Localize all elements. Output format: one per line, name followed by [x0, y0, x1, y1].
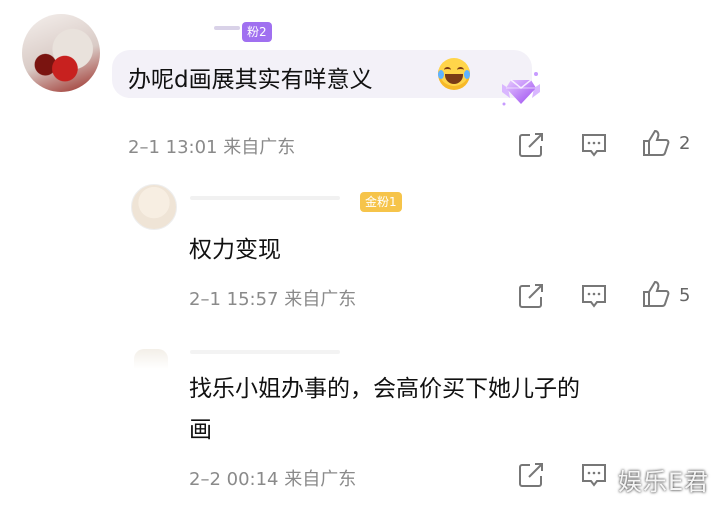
comment-text-continued: 画	[189, 417, 212, 443]
comment-icon[interactable]	[579, 130, 609, 160]
comment-text: 找乐小姐办事的，会高价买下她儿子的	[189, 376, 580, 402]
like-count: 2	[679, 133, 691, 154]
like-count: 5	[679, 285, 691, 306]
share-icon[interactable]	[516, 281, 546, 311]
fan-badge: 粉2	[242, 22, 272, 42]
avatar[interactable]	[22, 14, 100, 92]
fan-badge: 金粉1	[360, 192, 402, 212]
comment-icon[interactable]	[579, 460, 609, 490]
share-icon[interactable]	[516, 460, 546, 490]
comment-meta: 2–2 00:14 来自广东	[189, 469, 357, 490]
avatar[interactable]	[131, 184, 177, 230]
share-icon[interactable]	[516, 130, 546, 160]
watermark: 娱乐E君	[618, 468, 710, 496]
username-blurred[interactable]	[190, 196, 340, 200]
username-blurred[interactable]	[214, 26, 240, 30]
comment-meta: 2–1 15:57 来自广东	[189, 289, 357, 310]
comment-icon[interactable]	[579, 281, 609, 311]
gem-badge-icon	[502, 72, 540, 106]
avatar[interactable]	[134, 349, 168, 369]
comment-text: 办呢d画展其实有咩意义	[128, 67, 373, 93]
laughing-emoji-icon	[438, 58, 470, 90]
comment-meta: 2–1 13:01 来自广东	[128, 137, 296, 158]
like-icon[interactable]	[641, 128, 671, 158]
comment-text: 权力变现	[189, 237, 281, 263]
like-icon[interactable]	[641, 279, 671, 309]
username-blurred[interactable]	[190, 350, 340, 354]
